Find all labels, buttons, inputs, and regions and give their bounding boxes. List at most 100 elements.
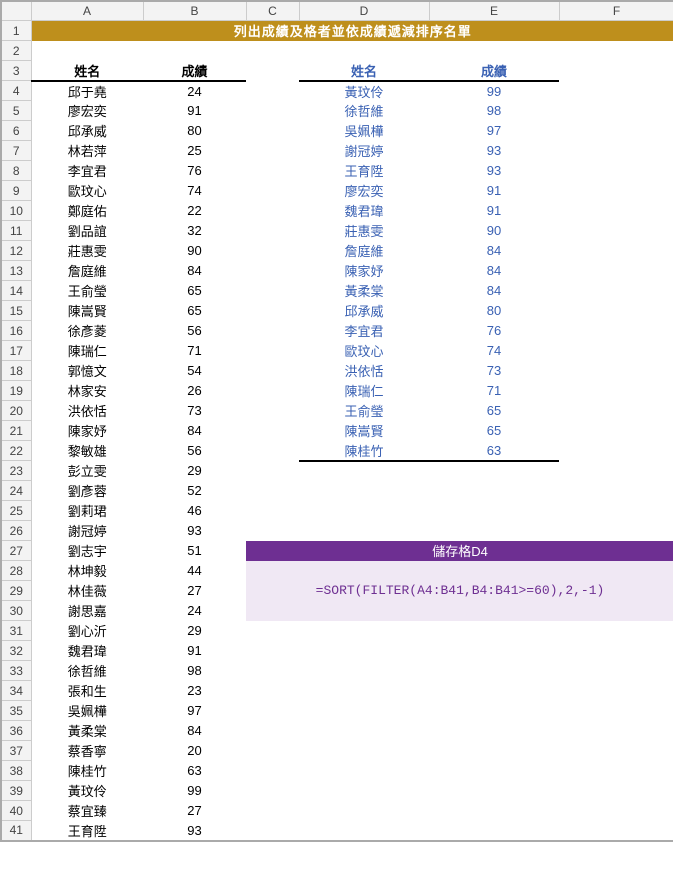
empty[interactable]: [299, 641, 429, 661]
left-name[interactable]: 蔡宜臻: [31, 801, 143, 821]
empty[interactable]: [429, 681, 559, 701]
empty[interactable]: [559, 381, 673, 401]
empty[interactable]: [246, 261, 299, 281]
row-header-11[interactable]: 11: [1, 221, 31, 241]
right-name[interactable]: 謝冠婷: [299, 141, 429, 161]
right-name[interactable]: 黃柔棠: [299, 281, 429, 301]
row-header-28[interactable]: 28: [1, 561, 31, 581]
left-score[interactable]: 84: [143, 261, 246, 281]
left-name[interactable]: 魏君瑋: [31, 641, 143, 661]
col-header-A[interactable]: A: [31, 1, 143, 21]
right-name[interactable]: 陳嵩賢: [299, 421, 429, 441]
empty[interactable]: [299, 681, 429, 701]
left-score[interactable]: 93: [143, 521, 246, 541]
empty[interactable]: [246, 501, 299, 521]
empty[interactable]: [429, 801, 559, 821]
left-score[interactable]: 46: [143, 501, 246, 521]
empty[interactable]: [246, 621, 299, 641]
row-header-10[interactable]: 10: [1, 201, 31, 221]
right-score[interactable]: 93: [429, 161, 559, 181]
right-name[interactable]: 歐玟心: [299, 341, 429, 361]
empty[interactable]: [559, 321, 673, 341]
left-score[interactable]: 65: [143, 281, 246, 301]
empty[interactable]: [246, 461, 299, 481]
empty[interactable]: [559, 701, 673, 721]
left-score[interactable]: 76: [143, 161, 246, 181]
empty[interactable]: [246, 201, 299, 221]
row-header-4[interactable]: 4: [1, 81, 31, 101]
left-name[interactable]: 黎敏雄: [31, 441, 143, 461]
empty[interactable]: [246, 521, 299, 541]
left-name[interactable]: 鄭庭佑: [31, 201, 143, 221]
empty[interactable]: [429, 781, 559, 801]
empty[interactable]: [246, 281, 299, 301]
left-name[interactable]: 歐玟心: [31, 181, 143, 201]
right-name[interactable]: 邱承威: [299, 301, 429, 321]
right-score[interactable]: 84: [429, 241, 559, 261]
empty[interactable]: [559, 781, 673, 801]
left-name[interactable]: 黃玟伶: [31, 781, 143, 801]
left-score[interactable]: 20: [143, 741, 246, 761]
left-score[interactable]: 93: [143, 821, 246, 841]
left-name[interactable]: 洪依恬: [31, 401, 143, 421]
empty[interactable]: [559, 481, 673, 501]
left-name[interactable]: 張和生: [31, 681, 143, 701]
right-score[interactable]: 76: [429, 321, 559, 341]
empty[interactable]: [559, 461, 673, 481]
left-score[interactable]: 24: [143, 81, 246, 101]
empty[interactable]: [246, 221, 299, 241]
empty[interactable]: [559, 201, 673, 221]
row-header-26[interactable]: 26: [1, 521, 31, 541]
empty[interactable]: [559, 761, 673, 781]
empty[interactable]: [246, 761, 299, 781]
left-name[interactable]: 林若萍: [31, 141, 143, 161]
row-header-7[interactable]: 7: [1, 141, 31, 161]
left-name[interactable]: 詹庭維: [31, 261, 143, 281]
left-score[interactable]: 84: [143, 721, 246, 741]
empty[interactable]: [299, 461, 429, 481]
left-score[interactable]: 84: [143, 421, 246, 441]
row-header-40[interactable]: 40: [1, 801, 31, 821]
row-header-18[interactable]: 18: [1, 361, 31, 381]
left-name[interactable]: 謝冠婷: [31, 521, 143, 541]
empty[interactable]: [299, 801, 429, 821]
left-score[interactable]: 73: [143, 401, 246, 421]
empty[interactable]: [559, 821, 673, 841]
empty[interactable]: [246, 781, 299, 801]
row-header-39[interactable]: 39: [1, 781, 31, 801]
empty[interactable]: [299, 701, 429, 721]
empty[interactable]: [246, 61, 299, 81]
empty[interactable]: [246, 81, 299, 101]
empty[interactable]: [299, 721, 429, 741]
left-name[interactable]: 莊惠雯: [31, 241, 143, 261]
left-name[interactable]: 徐哲維: [31, 661, 143, 681]
empty[interactable]: [559, 241, 673, 261]
left-score[interactable]: 29: [143, 621, 246, 641]
col-header-D[interactable]: D: [299, 1, 429, 21]
left-name[interactable]: 劉心沂: [31, 621, 143, 641]
row-header-21[interactable]: 21: [1, 421, 31, 441]
left-score[interactable]: 98: [143, 661, 246, 681]
row-header-16[interactable]: 16: [1, 321, 31, 341]
col-header-B[interactable]: B: [143, 1, 246, 21]
empty[interactable]: [559, 641, 673, 661]
empty[interactable]: [559, 101, 673, 121]
empty[interactable]: [429, 521, 559, 541]
left-name[interactable]: 王俞瑩: [31, 281, 143, 301]
row-header-13[interactable]: 13: [1, 261, 31, 281]
right-score[interactable]: 91: [429, 201, 559, 221]
empty[interactable]: [246, 381, 299, 401]
row-header-8[interactable]: 8: [1, 161, 31, 181]
empty[interactable]: [246, 801, 299, 821]
row-header-2[interactable]: 2: [1, 41, 31, 61]
right-score[interactable]: 73: [429, 361, 559, 381]
row-header-15[interactable]: 15: [1, 301, 31, 321]
right-name[interactable]: 詹庭維: [299, 241, 429, 261]
empty[interactable]: [559, 521, 673, 541]
empty[interactable]: [559, 441, 673, 461]
left-name[interactable]: 林坤毅: [31, 561, 143, 581]
left-name[interactable]: 林佳薇: [31, 581, 143, 601]
left-name[interactable]: 郭憶文: [31, 361, 143, 381]
empty[interactable]: [559, 281, 673, 301]
row-header-35[interactable]: 35: [1, 701, 31, 721]
